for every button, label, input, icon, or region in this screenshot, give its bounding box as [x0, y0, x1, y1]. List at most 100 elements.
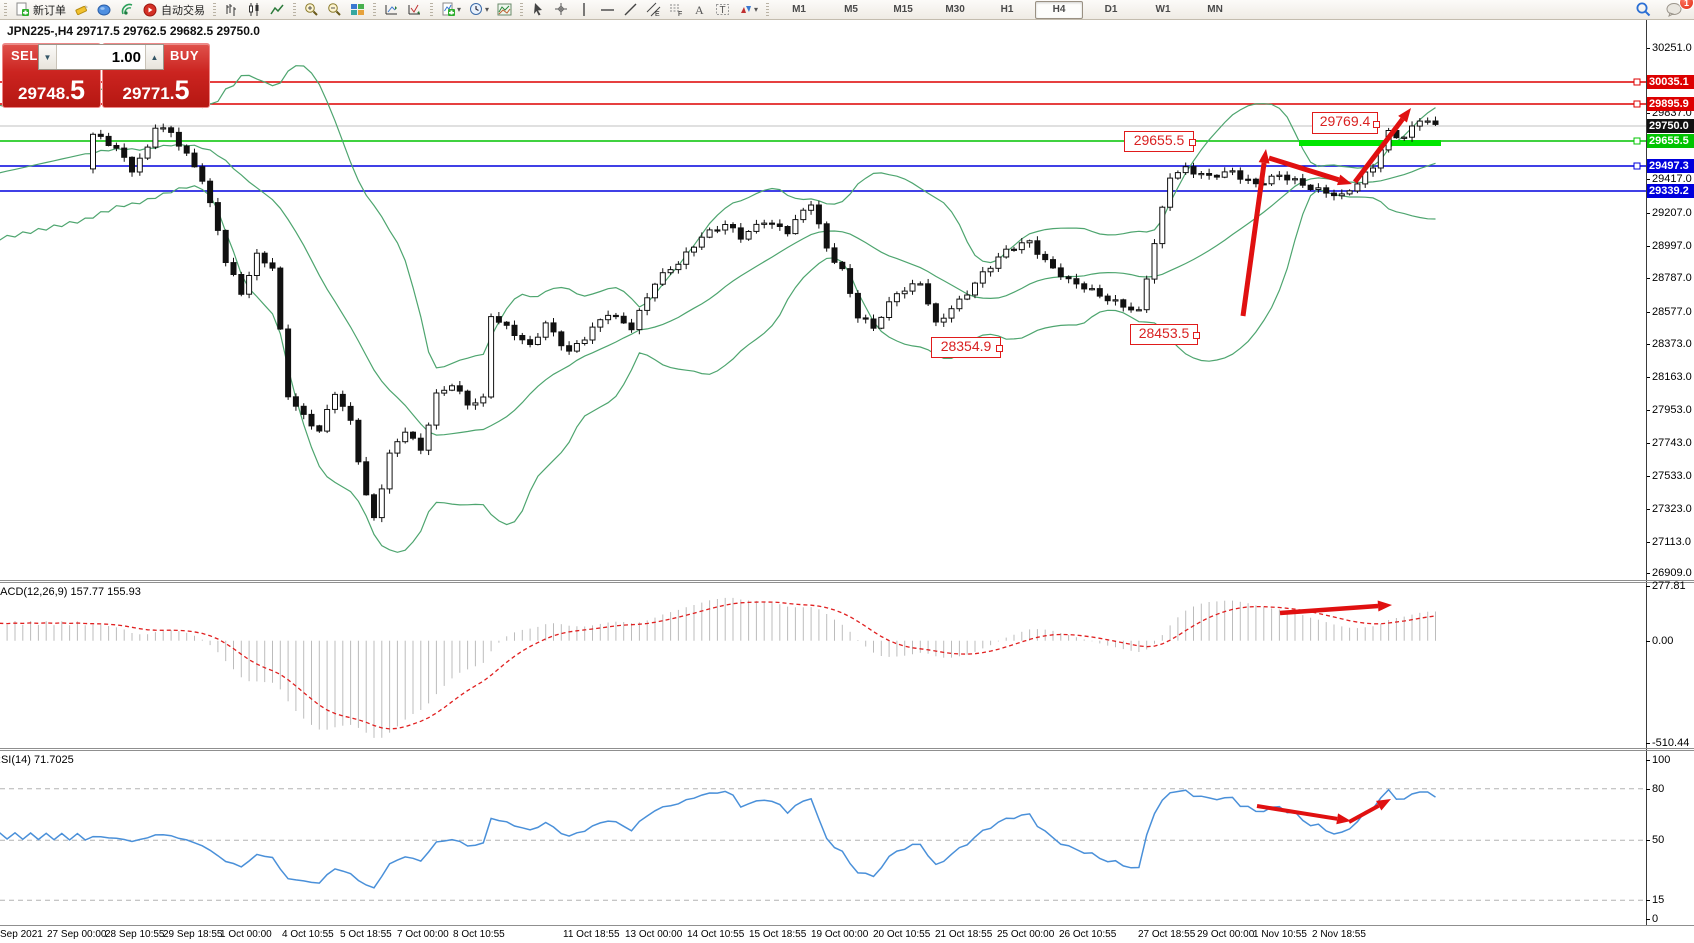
- equidistant-channel-tool-button[interactable]: E: [642, 0, 665, 19]
- bar-chart-mode-button[interactable]: [220, 0, 243, 19]
- date-label: 15 Oct 18:55: [749, 929, 806, 940]
- arrows-tool-button[interactable]: ▾: [734, 0, 762, 19]
- price-tick: 28997.0: [1652, 240, 1692, 252]
- period-clock-button[interactable]: ▾: [465, 0, 493, 19]
- buy-price-fraction: 5: [174, 75, 189, 105]
- highlighter-icon: [74, 2, 89, 17]
- vertical-line-tool-button[interactable]: [573, 0, 596, 19]
- price-tick: 27743.0: [1652, 437, 1692, 449]
- svg-text:T: T: [720, 5, 726, 16]
- vertical-line-icon: [577, 2, 592, 17]
- toolbar-grip[interactable]: [293, 3, 296, 16]
- zoom-out-button[interactable]: [323, 0, 346, 19]
- price-tick: 27953.0: [1652, 404, 1692, 416]
- cursor-tool-button[interactable]: [527, 0, 550, 19]
- horizontal-line-tool-button[interactable]: [596, 0, 619, 19]
- chevron-down-icon: ▾: [457, 5, 461, 14]
- date-label: 20 Oct 10:55: [873, 929, 930, 940]
- new-order-icon: [15, 2, 30, 17]
- navigator-window-button[interactable]: [403, 0, 426, 19]
- callout-anchor: [1189, 139, 1196, 146]
- fibonacci-tool-button[interactable]: F: [665, 0, 688, 19]
- toolbar-grip[interactable]: [520, 3, 523, 16]
- depth-of-market-icon: [97, 2, 112, 17]
- rsi-axis-tick: 15: [1652, 894, 1664, 906]
- pane-separator[interactable]: [0, 580, 1694, 581]
- rsi-axis-tick: 100: [1652, 754, 1670, 766]
- macd-label: MACD(12,26,9) 157.77 155.93: [0, 586, 141, 598]
- buy-price-main: 29771.: [122, 84, 174, 103]
- date-label: 4 Oct 10:55: [282, 929, 334, 940]
- trendline-tool-button[interactable]: [619, 0, 642, 19]
- date-label: 14 Oct 10:55: [687, 929, 744, 940]
- autotrading-label: 自动交易: [161, 2, 205, 18]
- autotrading-button[interactable]: 自动交易: [139, 0, 209, 19]
- zoom-in-button[interactable]: [300, 0, 323, 19]
- date-label: 11 Oct 18:55: [563, 929, 620, 940]
- zoom-in-icon: [304, 2, 319, 17]
- timeframe-M15[interactable]: M15: [879, 1, 927, 19]
- time-axis[interactable]: Sep 202127 Sep 00:0028 Sep 10:5529 Sep 1…: [0, 926, 1694, 943]
- text-tool-button[interactable]: A: [688, 0, 711, 19]
- buy-price: 29771.5: [103, 79, 209, 104]
- timeframe-M1[interactable]: M1: [775, 1, 823, 19]
- price-callout-29769.4[interactable]: 29769.4: [1312, 112, 1378, 134]
- toolbar: 新订单 自动交易: [0, 0, 1694, 20]
- highlighter-button[interactable]: [70, 0, 93, 19]
- symbol-timeframe: JPN225-,H4: [7, 24, 73, 38]
- volume-decrease-button[interactable]: ▼: [39, 45, 57, 69]
- date-label: 19 Oct 00:00: [811, 929, 868, 940]
- text-label-icon: T: [715, 2, 730, 17]
- timeframe-H4[interactable]: H4: [1035, 1, 1083, 19]
- toolbar-grip[interactable]: [430, 3, 433, 16]
- toolbar-grip[interactable]: [213, 3, 216, 16]
- one-click-trading-panel: SELL 29748.5 BUY 29771.5 ▼ ▲: [2, 43, 208, 106]
- toolbar-grip[interactable]: [766, 3, 769, 16]
- price-tick: 28577.0: [1652, 306, 1692, 318]
- tile-windows-icon: [350, 2, 365, 17]
- toolbar-grip[interactable]: [4, 3, 7, 16]
- price-callout-29655.5[interactable]: 29655.5: [1124, 131, 1194, 152]
- price-callout-28354.9[interactable]: 28354.9: [931, 337, 1001, 358]
- buy-label: BUY: [170, 48, 199, 63]
- crosshair-tool-button[interactable]: [550, 0, 573, 19]
- tile-windows-button[interactable]: [346, 0, 369, 19]
- timeframe-MN[interactable]: MN: [1191, 1, 1239, 19]
- new-order-button[interactable]: 新订单: [11, 0, 70, 19]
- timeframe-M5[interactable]: M5: [827, 1, 875, 19]
- toolbar-grip[interactable]: [373, 3, 376, 16]
- line-chart-mode-button[interactable]: [266, 0, 289, 19]
- volume-increase-button[interactable]: ▲: [145, 45, 163, 69]
- macd-canvas[interactable]: [0, 583, 1646, 747]
- depth-of-market-button[interactable]: [93, 0, 116, 19]
- horizontal-line-icon: [600, 2, 615, 17]
- search-button[interactable]: [1631, 0, 1656, 19]
- pane-separator[interactable]: [0, 748, 1694, 749]
- date-label: 5 Oct 18:55: [340, 929, 392, 940]
- signal-button[interactable]: [116, 0, 139, 19]
- sell-price: 29748.5: [3, 79, 100, 104]
- text-label-tool-button[interactable]: T: [711, 0, 734, 19]
- candlestick-mode-button[interactable]: [243, 0, 266, 19]
- line-chart-icon: [270, 2, 285, 17]
- price-level-label: 29655.5: [1647, 134, 1694, 148]
- data-window-button[interactable]: [380, 0, 403, 19]
- price-tick: 27533.0: [1652, 470, 1692, 482]
- templates-button[interactable]: [493, 0, 516, 19]
- timeframe-W1[interactable]: W1: [1139, 1, 1187, 19]
- notifications-button[interactable]: 1: [1662, 0, 1688, 19]
- macd-axis-tick: -510.44: [1652, 737, 1689, 749]
- svg-text:F: F: [678, 11, 682, 17]
- price-chart-canvas[interactable]: [0, 20, 1646, 580]
- rsi-canvas[interactable]: [0, 751, 1646, 925]
- timeframe-M30[interactable]: M30: [931, 1, 979, 19]
- macd-axis-tick: 0.00: [1652, 635, 1673, 647]
- timeframe-H1[interactable]: H1: [983, 1, 1031, 19]
- add-indicator-button[interactable]: ▾: [437, 0, 465, 19]
- date-label: 26 Oct 10:55: [1059, 929, 1116, 940]
- timeframe-D1[interactable]: D1: [1087, 1, 1135, 19]
- date-label: 21 Oct 18:55: [935, 929, 992, 940]
- volume-input[interactable]: [57, 45, 145, 69]
- price-callout-28453.5[interactable]: 28453.5: [1130, 324, 1198, 345]
- callout-anchor: [1373, 121, 1380, 128]
